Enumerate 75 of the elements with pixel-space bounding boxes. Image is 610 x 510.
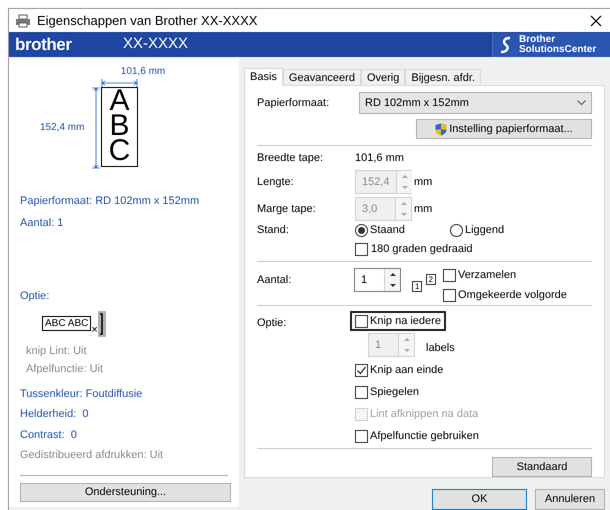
checkbox-option[interactable]: Knip na iedere: [350, 311, 446, 331]
tab[interactable]: Overig: [360, 69, 406, 85]
tab[interactable]: Bijgesn. afdr.: [405, 69, 481, 85]
tape-width-value: 101,6 mm: [355, 150, 404, 166]
radio-button[interactable]: [355, 224, 368, 237]
checkbox[interactable]: [355, 386, 368, 398]
paper-size-dropdown[interactable]: RD 102mm x 152mm: [359, 92, 592, 114]
summary-text: Aantal: 1: [20, 216, 64, 230]
summary-text: Contrast: 0: [20, 428, 78, 442]
checkbox[interactable]: [355, 430, 368, 442]
checkbox[interactable]: [355, 364, 368, 376]
radio-button[interactable]: [450, 224, 463, 237]
field-label: Aantal:: [257, 272, 292, 288]
swoosh-icon: [499, 36, 513, 54]
tab[interactable]: Geavanceerd: [282, 69, 361, 85]
radio-option[interactable]: Liggend: [450, 222, 504, 238]
summary-text: Helderheid: 0: [20, 407, 90, 422]
height-dimension: 152,4 mm: [40, 121, 86, 135]
solutions-center-label: SolutionsCenter: [519, 44, 596, 54]
field-label: Optie:: [257, 316, 288, 331]
dialog-button[interactable]: Annuleren: [535, 489, 605, 510]
checkbox-option[interactable]: Spiegelen: [350, 382, 424, 402]
summary-text: Tussenkleur: Foutdiffusie: [20, 386, 144, 402]
width-dimension: 101,6 mm: [120, 65, 166, 79]
width-arrow: [101, 79, 138, 87]
preview-letter: B: [109, 113, 130, 138]
tape-sample: ABC ABC: [42, 316, 92, 330]
option-heading: Optie:: [20, 289, 50, 304]
spin-value: 1: [374, 338, 382, 353]
spin-box[interactable]: 1: [354, 268, 401, 292]
field-label: Lengte:: [257, 174, 295, 190]
dialog-button[interactable]: OK: [432, 489, 527, 510]
spin-value: 1: [360, 272, 368, 288]
unit-label: mm: [414, 174, 432, 190]
field-label: Stand:: [257, 223, 290, 238]
field-label: Papierformaat:: [257, 96, 330, 111]
spin-arrows[interactable]: [384, 268, 400, 290]
brand-logo: brother: [15, 34, 73, 56]
shield-icon: [435, 122, 448, 136]
checkbox-option[interactable]: Omgekeerde volgorde: [443, 288, 567, 304]
field-label: Marge tape:: [257, 202, 317, 217]
unit-label: mm: [414, 202, 432, 217]
dropdown-value: RD 102mm x 152mm: [365, 96, 470, 111]
checkbox[interactable]: [443, 289, 456, 302]
window-title: Eigenschappen van Brother XX-XXXX: [37, 12, 258, 30]
checkbox-option[interactable]: Afpelfunctie gebruiken: [350, 426, 484, 446]
option-detail: knip Lint: Uit: [26, 344, 88, 358]
support-button[interactable]: Ondersteuning...: [20, 483, 231, 502]
model-name: XX-XXXX: [123, 34, 190, 54]
checkbox-option[interactable]: 180 graden gedraaid: [355, 242, 592, 258]
cut-mark: ×: [91, 324, 98, 336]
option-detail: Afpelfunctie: Uit: [26, 362, 104, 377]
checkbox[interactable]: [355, 314, 368, 328]
preview-letter: A: [109, 88, 130, 113]
checkbox-option[interactable]: Knip aan einde: [350, 360, 448, 380]
unit-label: labels: [426, 340, 455, 356]
spin-value: 152,4: [361, 175, 391, 190]
chevron-down-icon: [577, 100, 586, 106]
summary-text: Gedistribueerd afdrukken: Uit: [20, 448, 164, 463]
default-button[interactable]: Standaard: [492, 457, 592, 477]
checkbox-option[interactable]: Verzamelen: [443, 268, 567, 284]
solutions-center-button[interactable]: Brother SolutionsCenter: [492, 32, 610, 56]
paper-setup-button[interactable]: Instelling papierformaat...: [416, 119, 592, 139]
cutter-icon: [98, 310, 106, 336]
printer-icon: [15, 14, 31, 28]
checkbox[interactable]: [443, 269, 456, 282]
field-label: Breedte tape:: [257, 150, 324, 166]
summary-text: Papierformaat: RD 102mm x 152mm: [20, 194, 200, 209]
preview-letter: C: [108, 138, 130, 163]
checkbox[interactable]: [355, 243, 368, 256]
tab[interactable]: Basis: [244, 68, 283, 86]
radio-option[interactable]: Staand: [355, 222, 450, 238]
solutions-center-label: Brother: [519, 34, 556, 44]
spin-value: 3,0: [361, 202, 378, 217]
close-icon[interactable]: [590, 14, 602, 26]
